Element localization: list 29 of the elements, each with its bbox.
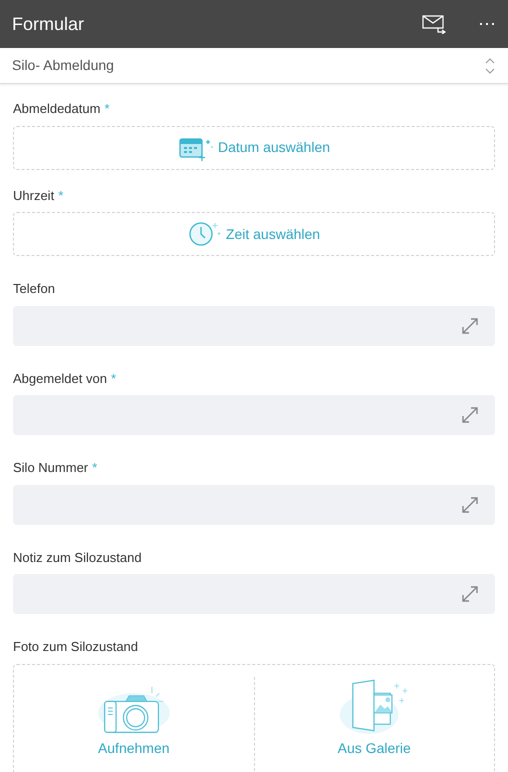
field-label: Silo Nummer	[13, 459, 88, 477]
expand-icon[interactable]	[461, 406, 479, 424]
form-select[interactable]: Silo- Abmeldung	[0, 48, 508, 84]
field-label: Abmeldedatum	[13, 100, 100, 118]
input-field[interactable]	[13, 484, 495, 524]
take-photo-button[interactable]: Aufnehmen	[14, 676, 254, 770]
expand-icon[interactable]	[461, 496, 479, 514]
date-picker-button[interactable]: Datum auswählen	[13, 126, 495, 170]
field-label: Abgemeldet von	[13, 370, 107, 388]
required-mark: *	[110, 370, 116, 388]
clock-icon	[188, 221, 222, 247]
send-mail-icon[interactable]	[422, 14, 446, 34]
input-field[interactable]	[13, 574, 495, 614]
required-mark: *	[58, 186, 64, 204]
required-mark: *	[92, 459, 98, 477]
app-title: Formular	[12, 12, 86, 36]
input-field[interactable]	[13, 306, 495, 346]
expand-icon[interactable]	[461, 316, 479, 334]
expand-icon[interactable]	[461, 585, 479, 603]
input-field[interactable]	[13, 395, 495, 435]
time-picker-button[interactable]: Zeit auswählen	[13, 212, 495, 256]
gallery-button[interactable]: Aus Galerie	[254, 676, 494, 770]
required-mark: *	[104, 100, 110, 118]
field-label: Telefon	[13, 280, 55, 298]
more-menu-button[interactable]: ⋯	[478, 15, 496, 33]
field-label: Foto zum Silozustand	[13, 638, 138, 656]
field-label: Notiz zum Silozustand	[13, 548, 142, 566]
up-down-chevron-icon	[484, 56, 496, 76]
field-label: Uhrzeit	[13, 186, 54, 204]
